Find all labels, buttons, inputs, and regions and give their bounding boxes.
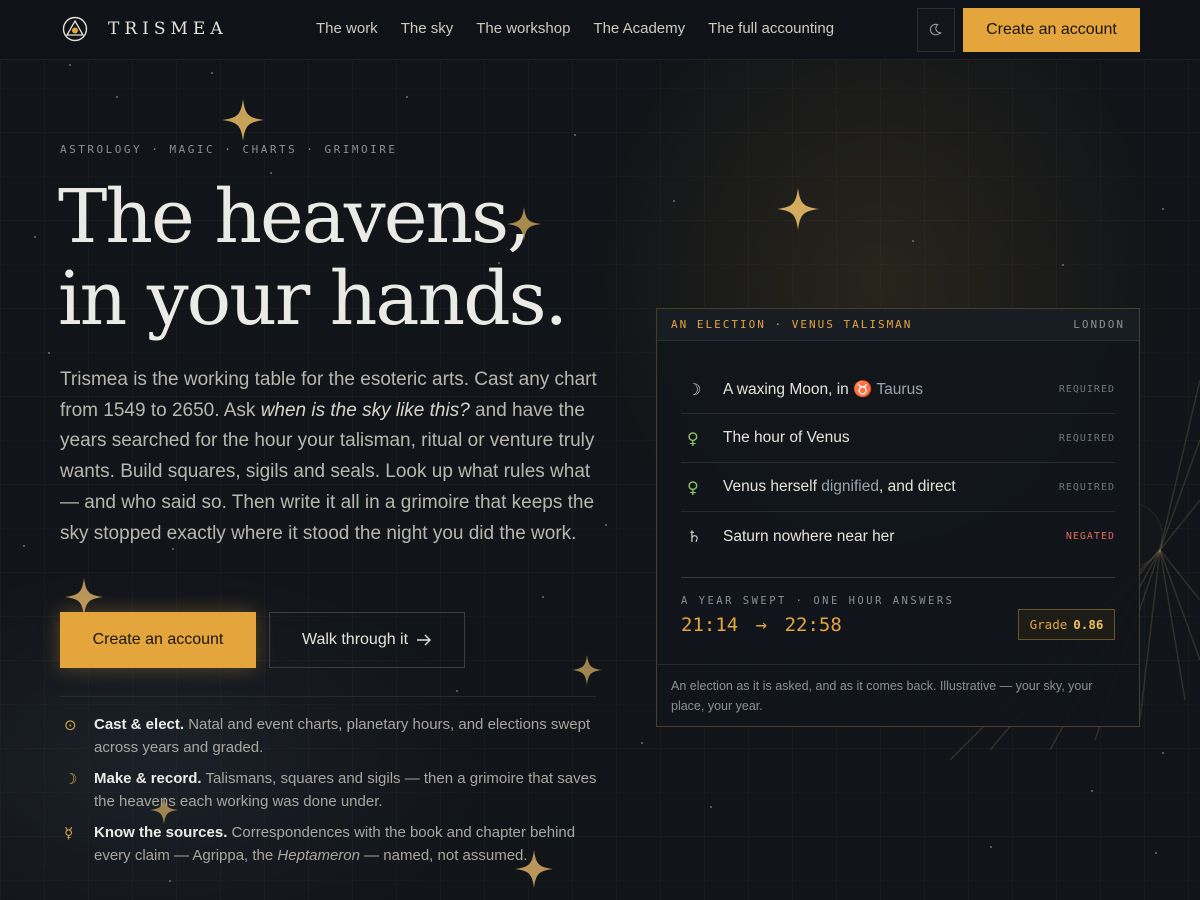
sparkle-icon bbox=[572, 655, 602, 685]
walk-through-label: Walk through it bbox=[301, 631, 409, 648]
election-card-header: AN ELECTION · VENUS TALISMAN LONDON bbox=[657, 309, 1139, 341]
nav-link-the-workshop[interactable]: The workshop bbox=[476, 20, 570, 37]
triangle-eye-logo-icon bbox=[62, 16, 88, 42]
top-nav: TRISMEA The work The sky The workshop Th… bbox=[0, 0, 1200, 60]
hero-copy-part-2: and have the years searched for the hour… bbox=[60, 399, 595, 544]
nav-link-the-academy[interactable]: The Academy bbox=[593, 20, 685, 37]
nav-create-account-button[interactable]: Create an account bbox=[963, 8, 1140, 52]
condition-text-main: Venus herself bbox=[723, 478, 822, 495]
feature-text: Make & record. Talismans, squares and si… bbox=[94, 768, 600, 813]
nav-link-full-accounting[interactable]: The full accounting bbox=[708, 20, 834, 37]
election-card-location: LONDON bbox=[1073, 318, 1125, 331]
moon-icon: ☽ bbox=[687, 379, 702, 399]
feature-text: Know the sources. Correspondences with t… bbox=[94, 822, 600, 867]
theme-toggle-button[interactable] bbox=[917, 8, 955, 52]
sweep-times: 21:14 → 22:58 bbox=[681, 614, 842, 636]
condition-text: The hour of Venus bbox=[723, 429, 850, 446]
hero-title: The heavens, in your hands. bbox=[58, 174, 568, 342]
condition-text-main: A waxing Moon, in bbox=[723, 380, 854, 398]
election-card-footnote: An election as it is asked, and as it co… bbox=[657, 664, 1139, 726]
grade-badge: Grade 0.86 bbox=[1018, 609, 1115, 640]
sparkle-icon bbox=[222, 99, 264, 141]
sweep-divider bbox=[681, 577, 1115, 578]
sparkle-icon bbox=[777, 188, 819, 230]
condition-status: REQUIRED bbox=[1058, 383, 1115, 395]
feature-emphasis: Heptameron bbox=[277, 846, 360, 864]
feature-title: Cast & elect. bbox=[94, 716, 185, 733]
condition-row: ☽ A waxing Moon, in ♉ Taurus REQUIRED bbox=[681, 365, 1115, 414]
condition-highlight: dignified bbox=[821, 478, 879, 495]
election-card-kicker: AN ELECTION · VENUS TALISMAN bbox=[671, 318, 913, 331]
walk-through-button[interactable]: Walk through it bbox=[269, 612, 465, 668]
feature-text: Cast & elect. Natal and event charts, pl… bbox=[94, 714, 600, 759]
hero-description: Trismea is the working table for the eso… bbox=[60, 365, 605, 549]
brand-name: TRISMEA bbox=[108, 19, 228, 39]
grade-label: Grade bbox=[1029, 617, 1068, 632]
sun-icon: ⊙ bbox=[64, 716, 77, 734]
hero-create-account-button[interactable]: Create an account bbox=[60, 612, 256, 668]
hero-title-line-1: The heavens, bbox=[58, 174, 531, 260]
sparkle-icon bbox=[65, 578, 103, 616]
mercury-icon: ☿ bbox=[64, 824, 74, 842]
feature-title: Make & record. bbox=[94, 770, 202, 787]
nav-link-the-sky[interactable]: The sky bbox=[401, 20, 454, 37]
feature-item-cast-elect: ⊙ Cast & elect. Natal and event charts, … bbox=[60, 714, 600, 759]
feature-list: ⊙ Cast & elect. Natal and event charts, … bbox=[60, 714, 600, 876]
arrow-right-icon bbox=[417, 634, 432, 646]
condition-text: Venus herself dignified, and direct bbox=[723, 478, 1059, 496]
venus-icon: ♀ bbox=[687, 477, 699, 497]
nav-link-the-work[interactable]: The work bbox=[316, 20, 378, 37]
feature-body-end: — named, not assumed. bbox=[359, 846, 528, 864]
brand-logo-link[interactable]: TRISMEA bbox=[62, 16, 228, 42]
condition-status: REQUIRED bbox=[1058, 481, 1115, 493]
sweep-label: A YEAR SWEPT · ONE HOUR ANSWERS bbox=[681, 595, 955, 607]
condition-list: ☽ A waxing Moon, in ♉ Taurus REQUIRED ♀ … bbox=[681, 365, 1115, 561]
election-card: AN ELECTION · VENUS TALISMAN LONDON ☽ A … bbox=[656, 308, 1140, 727]
condition-text-end: , and direct bbox=[878, 478, 956, 495]
condition-row: ♀ Venus herself dignified, and direct RE… bbox=[681, 463, 1115, 512]
hero-copy-emphasis: when is the sky like this? bbox=[260, 399, 470, 421]
hero-eyebrow: ASTROLOGY · MAGIC · CHARTS · GRIMOIRE bbox=[60, 143, 398, 156]
saturn-icon: ♄ bbox=[687, 527, 702, 546]
hero-divider bbox=[60, 696, 596, 697]
feature-item-know-sources: ☿ Know the sources. Correspondences with… bbox=[60, 822, 600, 867]
moon-icon: ☽ bbox=[64, 770, 78, 788]
condition-highlight: ♉ Taurus bbox=[853, 380, 923, 398]
arrow-icon: → bbox=[755, 614, 768, 636]
grade-value: 0.86 bbox=[1073, 617, 1104, 632]
condition-row: ♄ Saturn nowhere near her NEGATED bbox=[681, 512, 1115, 561]
condition-text: A waxing Moon, in ♉ Taurus bbox=[723, 380, 1059, 399]
time-from: 21:14 bbox=[681, 614, 739, 636]
hero-title-line-2: in your hands. bbox=[58, 256, 568, 342]
feature-item-make-record: ☽ Make & record. Talismans, squares and … bbox=[60, 768, 600, 813]
condition-row: ♀ The hour of Venus REQUIRED bbox=[681, 414, 1115, 463]
main-nav: The work The sky The workshop The Academ… bbox=[316, 20, 857, 37]
moon-icon bbox=[929, 23, 942, 36]
condition-text: Saturn nowhere near her bbox=[723, 527, 895, 545]
condition-status-negated: NEGATED bbox=[1065, 531, 1115, 542]
condition-status: REQUIRED bbox=[1058, 432, 1115, 444]
time-to: 22:58 bbox=[784, 614, 842, 636]
venus-icon: ♀ bbox=[687, 428, 699, 448]
feature-title: Know the sources. bbox=[94, 824, 228, 841]
